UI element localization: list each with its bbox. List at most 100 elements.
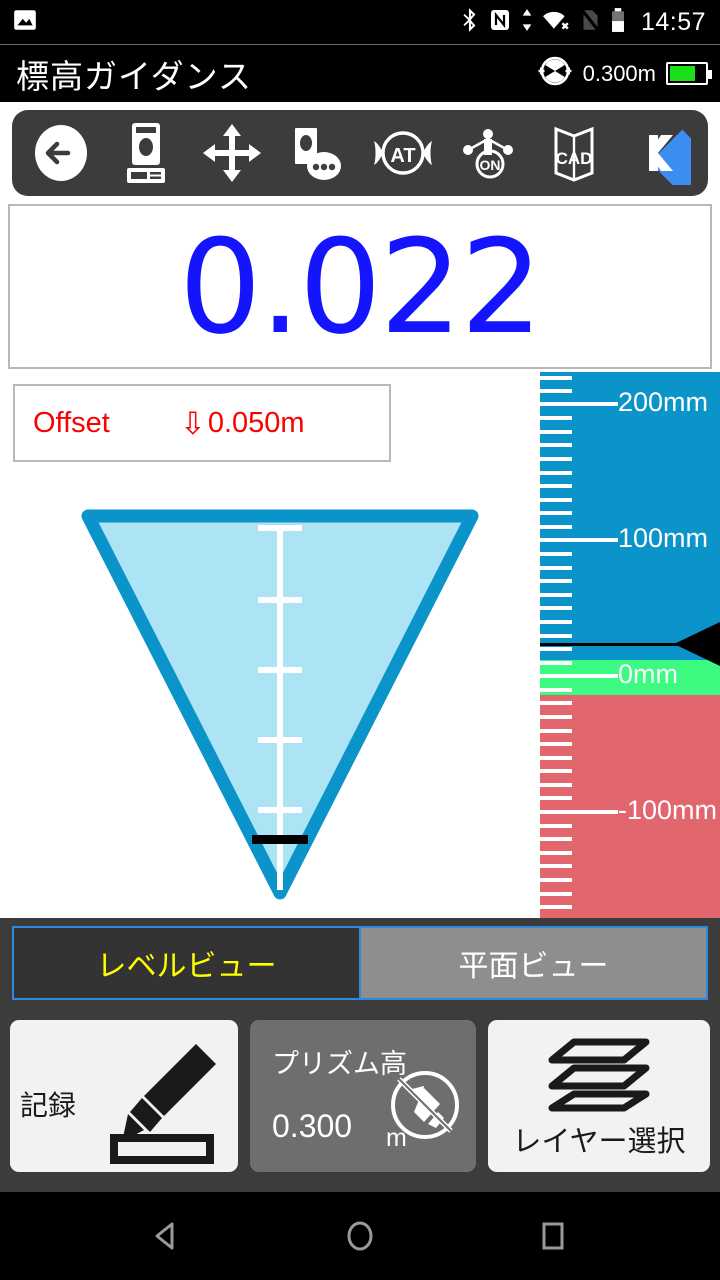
gauge-tick bbox=[540, 701, 572, 705]
gauge-tick bbox=[540, 457, 572, 461]
gauge-tick bbox=[540, 864, 572, 868]
sim-off-icon bbox=[579, 7, 601, 38]
gauge-tick bbox=[540, 715, 572, 719]
pencil-record-icon bbox=[104, 1038, 224, 1173]
bluetooth-icon bbox=[461, 7, 479, 38]
cut-fill-value-panel: 0.022 bbox=[8, 204, 712, 369]
gauge-tick bbox=[540, 756, 572, 760]
offset-direction-arrow-icon: ⇩ bbox=[179, 405, 206, 441]
record-button[interactable]: 記録 bbox=[10, 1020, 238, 1172]
battery-full-icon bbox=[666, 62, 712, 85]
data-transfer-icon bbox=[521, 7, 533, 38]
gauge-tick bbox=[540, 742, 572, 746]
gauge-label-200: 200mm bbox=[618, 387, 709, 417]
gauge-tick bbox=[540, 552, 572, 556]
svg-text:CAD: CAD bbox=[555, 149, 592, 168]
gauge-tick bbox=[540, 878, 572, 882]
cad-button[interactable]: CAD bbox=[536, 115, 612, 191]
gauge-tick bbox=[540, 620, 572, 624]
gauge-tick bbox=[540, 416, 572, 420]
status-left-icons bbox=[12, 7, 38, 38]
inverted-triangle-level-icon bbox=[80, 508, 480, 908]
gauge-tick bbox=[540, 484, 572, 488]
laser-on-button[interactable]: ON bbox=[450, 115, 526, 191]
nav-back-icon[interactable] bbox=[132, 1206, 202, 1266]
offset-box: Offset ⇩ 0.050m bbox=[13, 384, 391, 462]
gauge-tick bbox=[540, 769, 572, 773]
record-button-label: 記録 bbox=[20, 1090, 77, 1121]
gauge-tick bbox=[540, 471, 572, 475]
android-status-bar: 14:57 bbox=[0, 0, 720, 44]
gauge-tick bbox=[540, 593, 572, 597]
status-clock: 14:57 bbox=[640, 7, 706, 36]
page-title: 標高ガイダンス bbox=[16, 57, 253, 95]
svg-text:ON: ON bbox=[480, 157, 501, 173]
instrument-button[interactable] bbox=[108, 115, 184, 191]
gauge-label-m100: -100mm bbox=[618, 795, 718, 825]
gauge-tick bbox=[540, 837, 572, 841]
prism-height-readout: 0.300m bbox=[582, 60, 656, 86]
gauge-tick-major bbox=[540, 810, 618, 814]
gauge-tick bbox=[540, 389, 572, 393]
pencil-disabled-icon bbox=[388, 1068, 462, 1147]
nfc-icon bbox=[488, 7, 512, 38]
cut-fill-value: 0.022 bbox=[178, 210, 543, 363]
prism-height-title: プリズム高 bbox=[272, 1049, 407, 1079]
layer-select-button[interactable]: レイヤー選択 bbox=[488, 1020, 710, 1172]
svg-text:AT: AT bbox=[390, 145, 415, 167]
gauge-tick bbox=[540, 525, 572, 529]
nav-home-icon[interactable] bbox=[325, 1206, 395, 1266]
gauge-tick bbox=[540, 647, 572, 651]
gauge-tick bbox=[540, 796, 572, 800]
gauge-pointer-arrow bbox=[674, 622, 720, 666]
gauge-label-100: 100mm bbox=[618, 523, 709, 553]
gauge-tick bbox=[540, 783, 572, 787]
gauge-tick bbox=[540, 905, 572, 909]
gauge-tick-major bbox=[540, 402, 618, 406]
layer-select-label: レイヤー選択 bbox=[512, 1126, 686, 1158]
wifi-off-icon bbox=[542, 7, 570, 38]
gauge-tick-major bbox=[540, 538, 618, 542]
battery-icon bbox=[610, 7, 626, 38]
nav-recent-icon[interactable] bbox=[518, 1206, 588, 1266]
kiku-button[interactable] bbox=[621, 115, 697, 191]
gauge-label-0: 0mm bbox=[618, 659, 678, 689]
gauge-tick bbox=[540, 634, 572, 638]
gauge-tick bbox=[540, 511, 572, 515]
title-bar-status: 0.300m bbox=[537, 53, 712, 94]
gauge-tick bbox=[540, 688, 572, 692]
view-tabs: レベルビュー 平面ビュー bbox=[12, 926, 708, 1000]
gauge-tick bbox=[540, 729, 572, 733]
back-button[interactable] bbox=[23, 115, 99, 191]
tab-level-view[interactable]: レベルビュー bbox=[14, 928, 359, 998]
view-tabs-container: レベルビュー 平面ビュー bbox=[0, 918, 720, 1010]
gauge-tick bbox=[540, 498, 572, 502]
toolbar: AT ON CAD bbox=[12, 110, 708, 196]
prism-target-icon bbox=[537, 53, 573, 94]
offset-label: Offset bbox=[33, 406, 110, 439]
layers-stack-icon bbox=[534, 1032, 664, 1117]
gauge-tick bbox=[540, 430, 572, 434]
prism-height-button[interactable]: プリズム高 0.300 m bbox=[250, 1020, 476, 1172]
instrument-settings-button[interactable] bbox=[279, 115, 355, 191]
auto-tracking-button[interactable]: AT bbox=[365, 115, 441, 191]
gauge-tick bbox=[540, 566, 572, 570]
gauge-tick bbox=[540, 376, 572, 380]
tab-plan-view[interactable]: 平面ビュー bbox=[359, 928, 706, 998]
gauge-tick bbox=[540, 579, 572, 583]
prism-height-value: 0.300 bbox=[272, 1108, 353, 1144]
gauge-tick bbox=[540, 661, 572, 665]
gauge-tick-major bbox=[540, 674, 618, 678]
app-root: 14:57 標高ガイダンス 0.300m AT ON CAD 0.022 200… bbox=[0, 0, 720, 1280]
gauge-tick bbox=[540, 892, 572, 896]
android-nav-bar bbox=[0, 1192, 720, 1280]
offset-value: 0.050m bbox=[207, 406, 305, 439]
bottom-action-bar: 記録 プリズム高 0.300 m レイヤー選択 bbox=[0, 1010, 720, 1192]
app-title-bar: 標高ガイダンス 0.300m bbox=[0, 44, 720, 102]
gauge-tick bbox=[540, 824, 572, 828]
gauge-tick bbox=[540, 606, 572, 610]
status-right-icons: 14:57 bbox=[461, 7, 706, 38]
gauge-tick bbox=[540, 851, 572, 855]
toolbar-container: AT ON CAD bbox=[0, 102, 720, 202]
pan-button[interactable] bbox=[194, 115, 270, 191]
